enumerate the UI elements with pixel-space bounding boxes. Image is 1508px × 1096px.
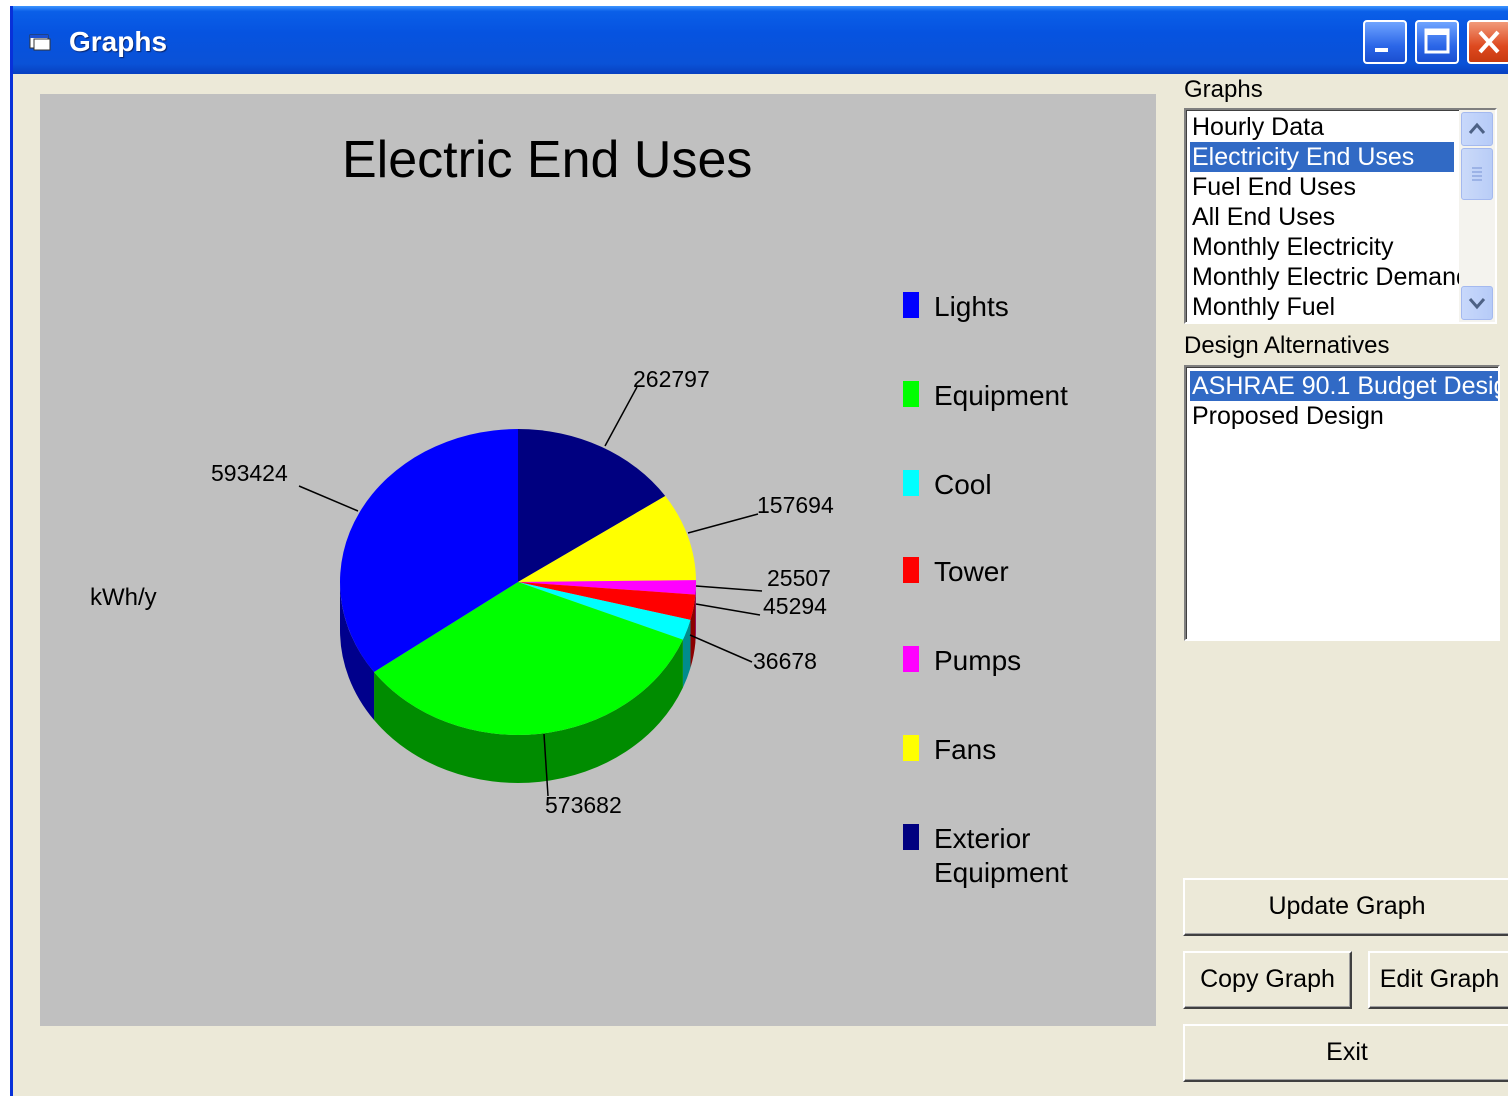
update-graph-button[interactable]: Update Graph (1183, 878, 1508, 936)
data-label-lights: 593424 (211, 460, 288, 486)
minimize-button[interactable] (1363, 20, 1407, 64)
graphs-scrollbar[interactable] (1459, 110, 1495, 322)
maximize-button[interactable] (1415, 20, 1459, 64)
alt-item-proposed-design[interactable]: Proposed Design (1190, 401, 1384, 431)
graph-item-monthly-electricity[interactable]: Monthly Electricity (1190, 232, 1393, 262)
legend-swatch-exterior (903, 824, 919, 850)
graph-item-electricity-end-uses[interactable]: Electricity End Uses (1190, 142, 1454, 172)
graph-area: Electric End Uses kWh/y 262797 593424 15… (40, 94, 1156, 1026)
chart-title: Electric End Uses (342, 131, 753, 189)
title-bar[interactable]: Graphs (13, 6, 1508, 74)
legend-label-lights: Lights (934, 291, 1009, 322)
graph-item-fuel-end-uses[interactable]: Fuel End Uses (1190, 172, 1356, 202)
window-icon (29, 34, 51, 51)
legend-label-equipment: Equipment (934, 380, 1068, 411)
close-button[interactable] (1467, 20, 1508, 64)
y-axis-label: kWh/y (90, 584, 157, 611)
graphs-label: Graphs (1184, 76, 1263, 103)
leader-line-lights (298, 485, 359, 512)
design-alternatives-listbox[interactable]: ASHRAE 90.1 Budget Design Proposed Desig… (1184, 365, 1500, 641)
graph-item-monthly-electric-demand[interactable]: Monthly Electric Demand (1190, 262, 1470, 292)
legend-label-exterior-1: Exterior (934, 823, 1031, 854)
scroll-thumb[interactable] (1461, 148, 1493, 200)
alt-item-ashrae-budget[interactable]: ASHRAE 90.1 Budget Design (1190, 371, 1498, 401)
graph-item-hourly-data[interactable]: Hourly Data (1190, 112, 1324, 142)
graph-item-monthly-fuel[interactable]: Monthly Fuel (1190, 292, 1335, 322)
graphs-listbox[interactable]: Hourly Data Electricity End Uses Fuel En… (1184, 108, 1497, 324)
legend-swatch-cool (903, 470, 919, 496)
legend-label-pumps: Pumps (934, 645, 1022, 676)
maximize-icon (1424, 28, 1450, 54)
leader-line-pumps (695, 585, 763, 592)
legend-swatch-fans (903, 735, 919, 761)
data-label-pumps: 25507 (767, 565, 831, 591)
scroll-down-button[interactable] (1461, 286, 1493, 320)
graph-item-all-end-uses[interactable]: All End Uses (1190, 202, 1335, 232)
chevron-up-icon (1468, 122, 1486, 134)
legend-swatch-lights (903, 292, 919, 318)
legend-swatch-equipment (903, 381, 919, 407)
leader-line-tower (695, 603, 761, 616)
grip-icon (1472, 167, 1482, 181)
legend-swatch-pumps (903, 646, 919, 672)
graphs-window: Graphs Electric End Uses kWh/y 262797 59… (10, 6, 1508, 1096)
close-icon (1478, 30, 1500, 54)
scroll-up-button[interactable] (1461, 112, 1493, 146)
data-label-tower: 45294 (763, 593, 827, 619)
design-alternatives-label: Design Alternatives (1184, 332, 1390, 359)
leader-line-exterior (604, 386, 638, 447)
legend-label-tower: Tower (934, 556, 1009, 587)
exit-button[interactable]: Exit (1183, 1024, 1508, 1082)
leader-line-cool (689, 634, 753, 663)
legend-label-fans: Fans (934, 734, 997, 765)
data-label-exterior: 262797 (633, 366, 710, 392)
edit-graph-button[interactable]: Edit Graph (1368, 951, 1508, 1009)
data-label-cool: 36678 (753, 648, 817, 674)
window-title: Graphs (69, 26, 168, 57)
legend-label-cool: Cool (934, 469, 992, 500)
data-label-fans: 157694 (757, 492, 834, 518)
leader-line-fans (687, 513, 759, 534)
chevron-down-icon (1468, 298, 1486, 310)
legend-swatch-tower (903, 557, 919, 583)
legend-label-exterior-2: Equipment (934, 857, 1068, 888)
data-label-equipment: 573682 (545, 792, 622, 818)
copy-graph-button[interactable]: Copy Graph (1183, 951, 1352, 1009)
minimize-icon (1375, 48, 1388, 52)
